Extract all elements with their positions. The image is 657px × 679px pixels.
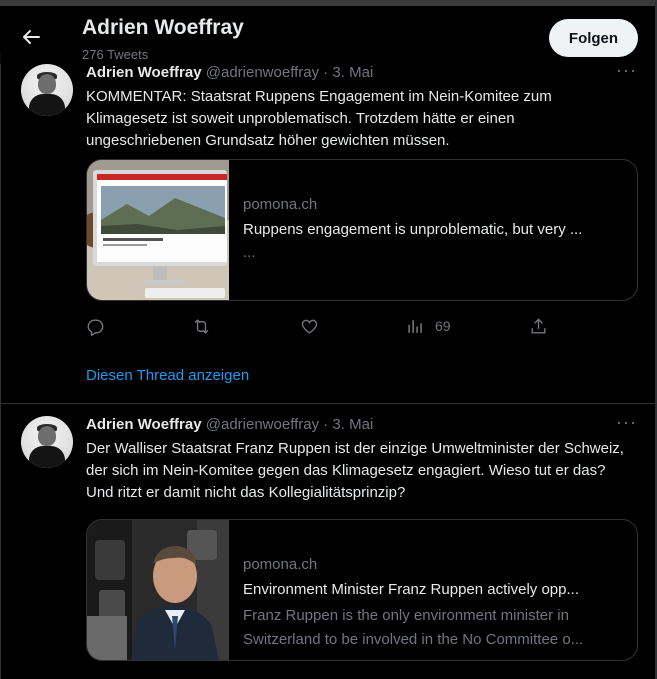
author-name[interactable]: Adrien Woeffray: [86, 64, 202, 81]
card-image: [87, 160, 229, 300]
profile-name: Adrien Woeffray: [82, 16, 244, 39]
views-count: 69: [435, 318, 451, 334]
show-thread-link[interactable]: Diesen Thread anzeigen: [86, 367, 249, 384]
card-description: Franz Ruppen is the only environment min…: [243, 607, 584, 648]
share-icon[interactable]: [529, 314, 548, 338]
card-title: Ruppens engagement is unproblematic, but…: [243, 221, 583, 238]
retweet-icon[interactable]: [192, 314, 211, 338]
like-icon[interactable]: [300, 314, 319, 338]
reply-icon[interactable]: [86, 314, 105, 338]
tweet[interactable]: Adrien Woeffray @adrienwoeffray · 3. Mai…: [0, 404, 655, 679]
tweet-text: KOMMENTAR: Staatsrat Ruppens Engagement …: [86, 88, 552, 149]
card-image: [87, 520, 229, 660]
tweet-text: Der Walliser Staatsrat Franz Ruppen ist …: [86, 440, 624, 501]
tweet-count: 276 Tweets: [82, 47, 149, 62]
card-description: ...: [243, 244, 256, 261]
link-card[interactable]: pomona.ch Environment Minister Franz Rup…: [86, 519, 638, 661]
author-name[interactable]: Adrien Woeffray: [86, 416, 202, 433]
card-title: Environment Minister Franz Ruppen active…: [243, 581, 579, 598]
more-icon[interactable]: ···: [616, 412, 637, 433]
profile-header: Adrien Woeffray 276 Tweets Folgen: [0, 6, 655, 64]
card-domain: pomona.ch: [243, 556, 318, 573]
tweet-actions: 69: [86, 314, 566, 338]
avatar[interactable]: [21, 416, 73, 468]
author-handle-date[interactable]: @adrienwoeffray · 3. Mai: [206, 64, 374, 81]
card-domain: pomona.ch: [243, 196, 318, 213]
tweet-header: Adrien Woeffray @adrienwoeffray · 3. Mai: [86, 416, 373, 433]
tweet-header: Adrien Woeffray @adrienwoeffray · 3. Mai: [86, 64, 373, 81]
arrow-left-icon: [23, 30, 40, 44]
follow-button[interactable]: Folgen: [549, 19, 638, 57]
back-button[interactable]: [16, 22, 46, 52]
avatar[interactable]: [21, 64, 73, 116]
views-icon[interactable]: 69: [406, 314, 451, 338]
author-handle-date[interactable]: @adrienwoeffray · 3. Mai: [206, 416, 374, 433]
link-card[interactable]: pomona.ch Ruppens engagement is unproble…: [86, 159, 638, 301]
tweet[interactable]: Adrien Woeffray @adrienwoeffray · 3. Mai…: [0, 52, 655, 402]
